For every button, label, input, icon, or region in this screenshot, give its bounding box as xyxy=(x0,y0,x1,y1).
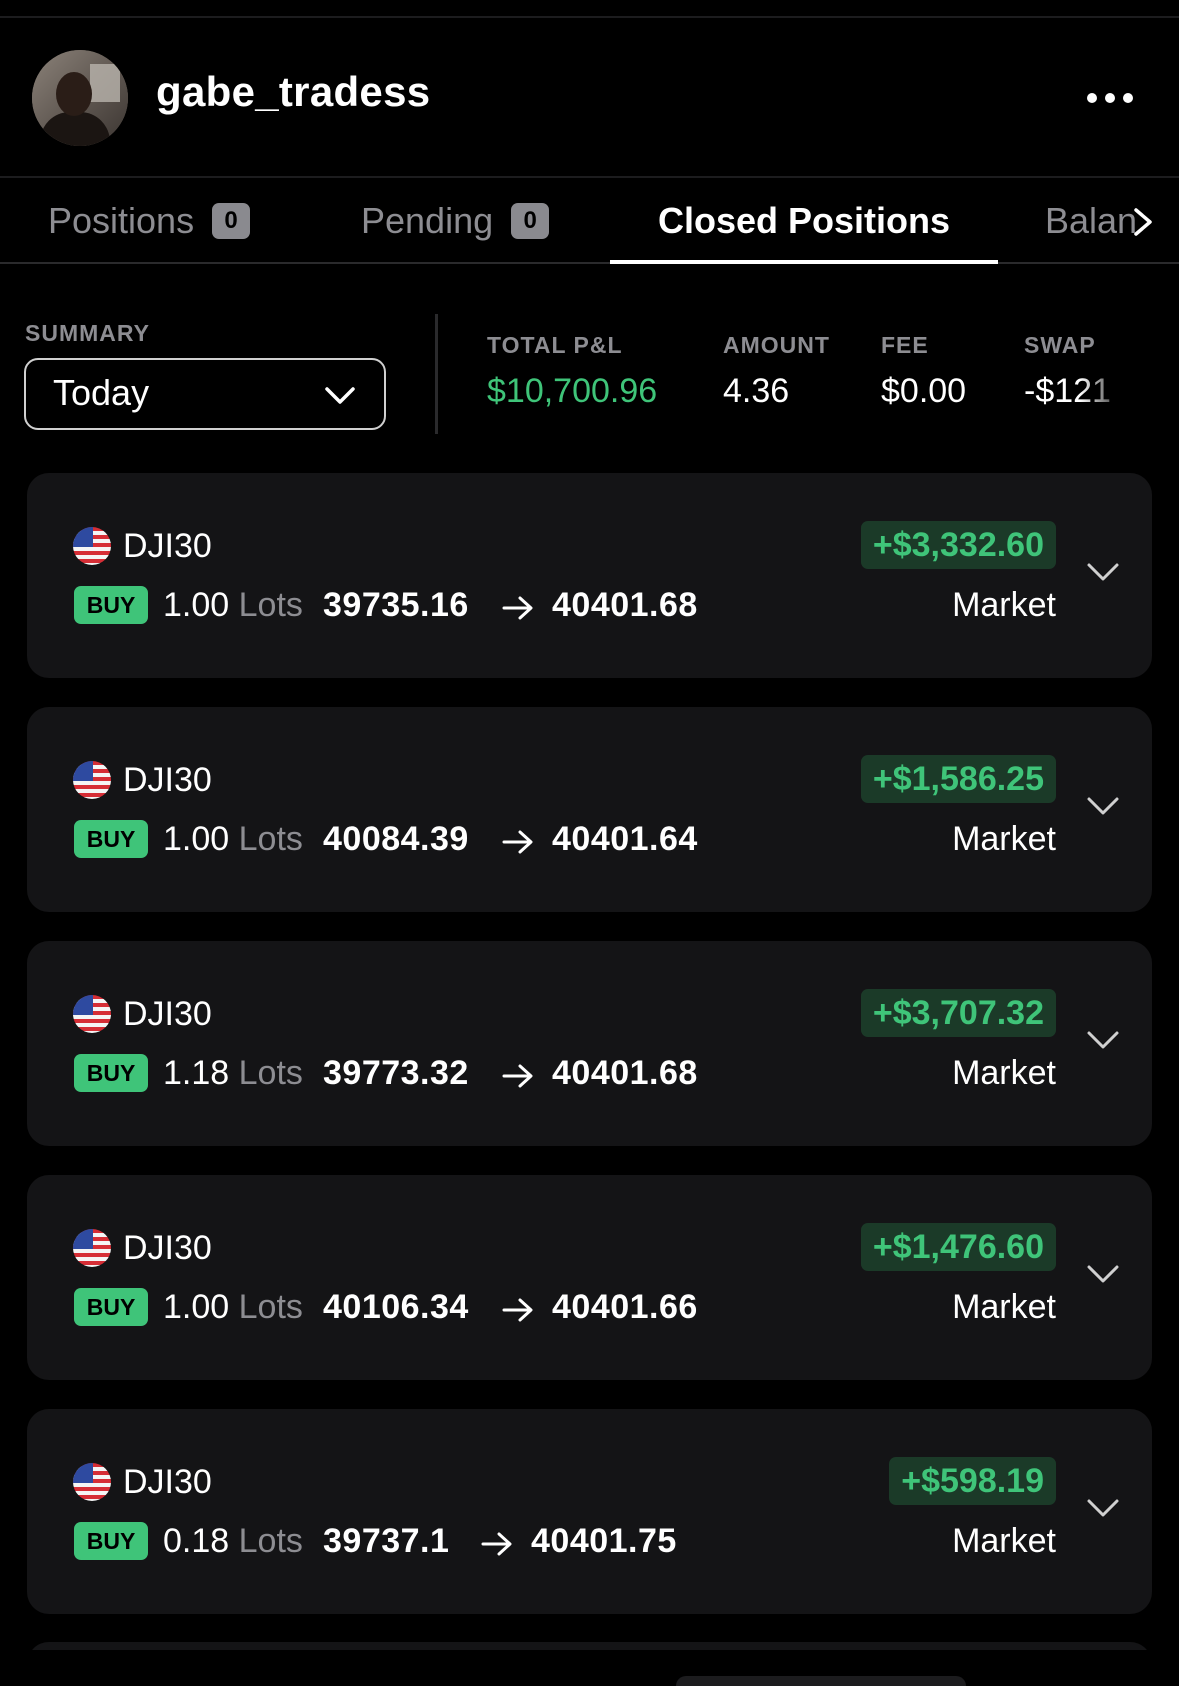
date-range-select[interactable]: Today xyxy=(24,358,386,430)
chevron-down-icon[interactable] xyxy=(1085,557,1121,587)
chevron-down-icon xyxy=(325,387,355,404)
scroll-tabs-right-icon[interactable] xyxy=(1128,202,1158,242)
tab-label: Positions xyxy=(48,200,195,241)
open-price: 39735.16 xyxy=(323,586,469,624)
tab-closed-positions[interactable]: Closed Positions xyxy=(658,178,950,264)
tab-label: Balan xyxy=(1045,200,1135,241)
us-flag-icon xyxy=(73,995,111,1033)
fee-value: $0.00 xyxy=(881,372,967,410)
pnl-badge: +$1,476.60 xyxy=(860,1223,1056,1271)
order-type: Market xyxy=(952,1522,1056,1560)
open-price: 39737.1 xyxy=(323,1522,450,1560)
open-price: 40106.34 xyxy=(323,1288,469,1326)
position-lots: 1.18 Lots xyxy=(163,1054,303,1092)
close-price: 40401.66 xyxy=(552,1288,698,1326)
tab-count-badge: 0 xyxy=(511,203,550,239)
us-flag-icon xyxy=(73,761,111,799)
position-card[interactable]: DJI30 BUY 0.18 Lots 39737.1 40401.75 +$5… xyxy=(27,1409,1152,1614)
tab-count-badge: 0 xyxy=(212,203,251,239)
position-symbol: DJI30 xyxy=(123,1229,212,1267)
order-type: Market xyxy=(952,1288,1056,1326)
position-symbol: DJI30 xyxy=(123,761,212,799)
total-pnl-label: TOTAL P&L xyxy=(487,332,623,358)
arrow-right-icon xyxy=(502,596,533,620)
position-symbol: DJI30 xyxy=(123,1463,212,1501)
amount-label: AMOUNT xyxy=(723,332,830,358)
side-badge: BUY xyxy=(74,1288,148,1326)
chevron-down-icon[interactable] xyxy=(1085,791,1121,821)
chevron-down-icon[interactable] xyxy=(1085,1025,1121,1055)
more-options-icon[interactable] xyxy=(1080,78,1140,118)
date-range-value: Today xyxy=(53,372,150,413)
position-lots: 1.00 Lots xyxy=(163,1288,303,1326)
order-type: Market xyxy=(952,1054,1056,1092)
tab-balance[interactable]: Balan xyxy=(1045,178,1135,264)
side-badge: BUY xyxy=(74,586,148,624)
open-price: 39773.32 xyxy=(323,1054,469,1092)
avatar[interactable] xyxy=(32,50,128,146)
pnl-badge: +$3,707.32 xyxy=(860,989,1056,1037)
us-flag-icon xyxy=(73,527,111,565)
position-card[interactable]: DJI30 BUY 1.18 Lots 39773.32 40401.68 +$… xyxy=(27,941,1152,1146)
close-price: 40401.68 xyxy=(552,586,698,624)
tab-label: Closed Positions xyxy=(658,200,951,241)
order-type: Market xyxy=(952,820,1056,858)
total-pnl-value: $10,700.96 xyxy=(487,372,658,410)
tab-positions[interactable]: Positions 0 xyxy=(48,178,251,264)
close-price: 40401.68 xyxy=(552,1054,698,1092)
arrow-right-icon xyxy=(502,830,533,854)
chevron-down-icon[interactable] xyxy=(1085,1493,1121,1523)
tab-pending[interactable]: Pending 0 xyxy=(361,178,550,264)
fee-label: FEE xyxy=(881,332,929,358)
username[interactable]: gabe_tradess xyxy=(156,68,430,116)
summary-divider xyxy=(435,314,438,434)
profile-header: gabe_tradess xyxy=(0,18,1179,176)
summary-label: SUMMARY xyxy=(25,320,150,346)
position-symbol: DJI30 xyxy=(123,527,212,565)
close-price: 40401.64 xyxy=(552,820,698,858)
home-indicator xyxy=(676,1676,966,1686)
tab-bar: Positions 0 Pending 0 Closed Positions B… xyxy=(0,176,1179,264)
pnl-badge: +$598.19 xyxy=(889,1457,1056,1505)
summary-panel: SUMMARY Today TOTAL P&L $10,700.96 AMOUN… xyxy=(0,264,1179,464)
pnl-badge: +$1,586.25 xyxy=(860,755,1056,803)
side-badge: BUY xyxy=(74,1522,148,1560)
side-badge: BUY xyxy=(74,1054,148,1092)
position-symbol: DJI30 xyxy=(123,995,212,1033)
position-lots: 1.00 Lots xyxy=(163,586,303,624)
swap-label: SWAP xyxy=(1024,332,1096,358)
position-card[interactable]: DJI30 BUY 1.00 Lots 40106.34 40401.66 +$… xyxy=(27,1175,1152,1380)
us-flag-icon xyxy=(73,1229,111,1267)
position-lots: 1.00 Lots xyxy=(163,820,303,858)
chevron-down-icon[interactable] xyxy=(1085,1259,1121,1289)
pnl-badge: +$3,332.60 xyxy=(860,521,1056,569)
arrow-right-icon xyxy=(481,1532,512,1556)
position-lots: 0.18 Lots xyxy=(163,1522,303,1560)
close-price: 40401.75 xyxy=(531,1522,677,1560)
order-type: Market xyxy=(952,586,1056,624)
side-badge: BUY xyxy=(74,820,148,858)
open-price: 40084.39 xyxy=(323,820,469,858)
arrow-right-icon xyxy=(502,1064,533,1088)
position-card[interactable]: DJI30 BUY 1.00 Lots 39735.16 40401.68 +$… xyxy=(27,473,1152,678)
arrow-right-icon xyxy=(502,1298,533,1322)
us-flag-icon xyxy=(73,1463,111,1501)
amount-value: 4.36 xyxy=(723,372,790,410)
position-card[interactable]: DJI30 BUY 1.00 Lots 40084.39 40401.64 +$… xyxy=(27,707,1152,912)
tab-label: Pending xyxy=(361,200,494,241)
